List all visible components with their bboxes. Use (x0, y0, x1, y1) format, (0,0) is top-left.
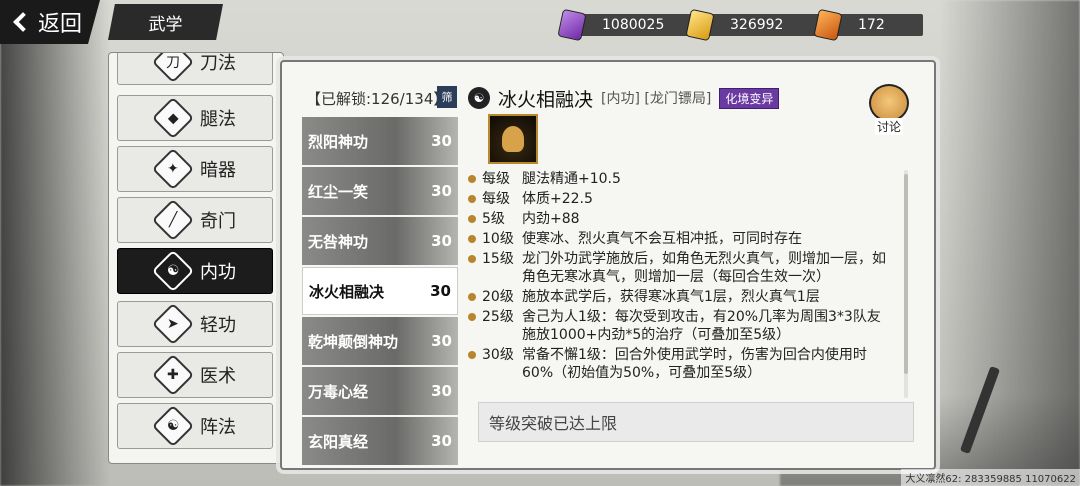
skill-level: 30 (431, 432, 452, 450)
gold-coin-icon (685, 8, 715, 42)
category-label: 内功 (200, 262, 236, 283)
category-label: 轻功 (200, 315, 236, 336)
category-item-blade[interactable]: 刀 刀法 (117, 53, 273, 85)
discuss-label: 讨论 (874, 118, 903, 135)
skill-name: 乾坤颠倒神功 (308, 332, 399, 351)
top-bar: 返回 武学 1080025 326992 172 (0, 0, 1080, 48)
skill-level: 30 (431, 232, 452, 250)
orange-token-icon (813, 8, 843, 42)
kick-icon: ◆ (151, 96, 195, 140)
skill-name: 万毒心经 (308, 382, 369, 401)
bullet-icon (468, 293, 476, 301)
currency-gold-coin[interactable]: 326992 (685, 8, 822, 42)
skill-name: 冰火相融决 (309, 282, 385, 301)
skill-row-selected[interactable]: 冰火相融决 30 (302, 267, 458, 315)
skill-level: 30 (431, 132, 452, 150)
currency-purple-jade[interactable]: 1080025 (557, 8, 703, 42)
bullet-icon (468, 195, 476, 203)
category-menu: 刀 刀法 ◆ 腿法 ✦ 暗器 ╱ 奇门 ☯ 内功 ➤ 轻功 ✚ 医术 ☯ 阵法 (108, 52, 284, 464)
currency-value: 326992 (700, 14, 822, 36)
bullet-icon (468, 235, 476, 243)
skill-title: 冰火相融决 (498, 88, 594, 111)
skill-name: 玄阳真经 (308, 432, 369, 451)
back-label: 返回 (38, 12, 83, 37)
discuss-button[interactable]: 讨论 (864, 84, 914, 140)
breakthrough-status: 等级突破已达上限 (478, 402, 914, 442)
effect-item: 5级 内劲+88 (468, 210, 888, 228)
effect-item: 30级 常备不懈1级：回合外使用武学时，伤害为回合内使用时60%（初始值为50%，… (468, 346, 888, 382)
medicine-icon: ✚ (151, 353, 195, 397)
skill-level: 30 (430, 282, 451, 300)
skill-tags: [内功] [龙门镖局] (601, 91, 712, 107)
effect-item: 25级 舍己为人1级：每次受到攻击，有20%几率为周围3*3队友施放1000+内劲… (468, 308, 888, 344)
category-label: 阵法 (200, 417, 236, 438)
category-label: 刀法 (200, 53, 236, 74)
skill-row[interactable]: 乾坤颠倒神功 30 (302, 317, 458, 365)
back-button[interactable]: 返回 (0, 0, 100, 44)
section-title: 武学 (108, 4, 223, 40)
category-item-kick[interactable]: ◆ 腿法 (117, 95, 273, 141)
dart-icon: ✦ (151, 147, 195, 191)
realm-badge: 化境变异 (719, 87, 780, 109)
skill-name: 红尘一笑 (308, 182, 369, 201)
internal-type-icon: ☯ (468, 87, 490, 109)
skill-row[interactable]: 红尘一笑 30 (302, 167, 458, 215)
skill-row[interactable]: 万毒心经 30 (302, 367, 458, 415)
ink-background-left (0, 0, 110, 486)
bullet-icon (468, 255, 476, 263)
currency-value: 1080025 (572, 14, 703, 36)
staff-icon: ╱ (151, 198, 195, 242)
bullet-icon (468, 215, 476, 223)
player-id-label: 大义凛然62: 283359885 11070622 (901, 469, 1080, 486)
effect-list[interactable]: 每级 腿法精通+10.5 每级 体质+22.5 5级 内劲+88 10级 使寒冰、烈火真… (468, 170, 888, 398)
chevron-left-icon (13, 12, 33, 32)
skill-detail-panel: 【已解锁:126/134】 筛 烈阳神功 30 红尘一笑 30 无咎神功 30 … (280, 60, 936, 470)
effect-item: 20级 施放本武学后，获得寒冰真气1层，烈火真气1层 (468, 288, 888, 306)
internal-icon: ☯ (151, 249, 195, 293)
unlock-count: 【已解锁:126/134】 (306, 90, 449, 108)
formation-icon: ☯ (151, 404, 195, 448)
bullet-icon (468, 175, 476, 183)
category-item-staff[interactable]: ╱ 奇门 (117, 197, 273, 243)
skill-row[interactable]: 烈阳神功 30 (302, 117, 458, 165)
purple-jade-icon (557, 8, 587, 42)
meditating-monk-icon (502, 126, 524, 152)
blade-icon: 刀 (151, 53, 195, 84)
effect-item: 每级 腿法精通+10.5 (468, 170, 888, 188)
skill-portrait (488, 114, 538, 164)
skill-level: 30 (431, 182, 452, 200)
filter-button[interactable]: 筛 (437, 86, 457, 108)
effect-item: 10级 使寒冰、烈火真气不会互相冲抵，可同时存在 (468, 230, 888, 248)
shiba-dog-avatar-icon (869, 84, 909, 122)
category-item-formation[interactable]: ☯ 阵法 (117, 403, 273, 449)
category-item-medicine[interactable]: ✚ 医术 (117, 352, 273, 398)
scrollbar-thumb[interactable] (904, 174, 908, 374)
skill-level: 30 (431, 332, 452, 350)
skill-detail-header: ☯ 冰火相融决 [内功] [龙门镖局] 化境变异 (468, 84, 908, 112)
effect-item: 每级 体质+22.5 (468, 190, 888, 208)
lightness-icon: ➤ (151, 302, 195, 346)
skill-level: 30 (431, 382, 452, 400)
category-label: 腿法 (200, 109, 236, 130)
skill-list[interactable]: 烈阳神功 30 红尘一笑 30 无咎神功 30 冰火相融决 30 乾坤颠倒神功 … (302, 117, 458, 468)
skill-name: 烈阳神功 (308, 132, 369, 151)
category-label: 医术 (200, 366, 236, 387)
category-item-lightness[interactable]: ➤ 轻功 (117, 301, 273, 347)
skill-row[interactable]: 玄阳真经 30 (302, 417, 458, 465)
bullet-icon (468, 351, 476, 359)
category-item-internal[interactable]: ☯ 内功 (117, 248, 273, 294)
currency-orange-token[interactable]: 172 (813, 8, 923, 42)
currency-value: 172 (828, 14, 923, 36)
skill-name: 无咎神功 (308, 232, 369, 251)
effect-item: 15级 龙门外功武学施放后，如角色无烈火真气，则增加一层，如角色无寒冰真气，则增加… (468, 250, 888, 286)
bullet-icon (468, 313, 476, 321)
category-label: 暗器 (200, 160, 236, 181)
category-label: 奇门 (200, 211, 236, 232)
skill-row[interactable]: 无咎神功 30 (302, 217, 458, 265)
category-item-dart[interactable]: ✦ 暗器 (117, 146, 273, 192)
effect-scrollbar[interactable] (904, 170, 908, 398)
